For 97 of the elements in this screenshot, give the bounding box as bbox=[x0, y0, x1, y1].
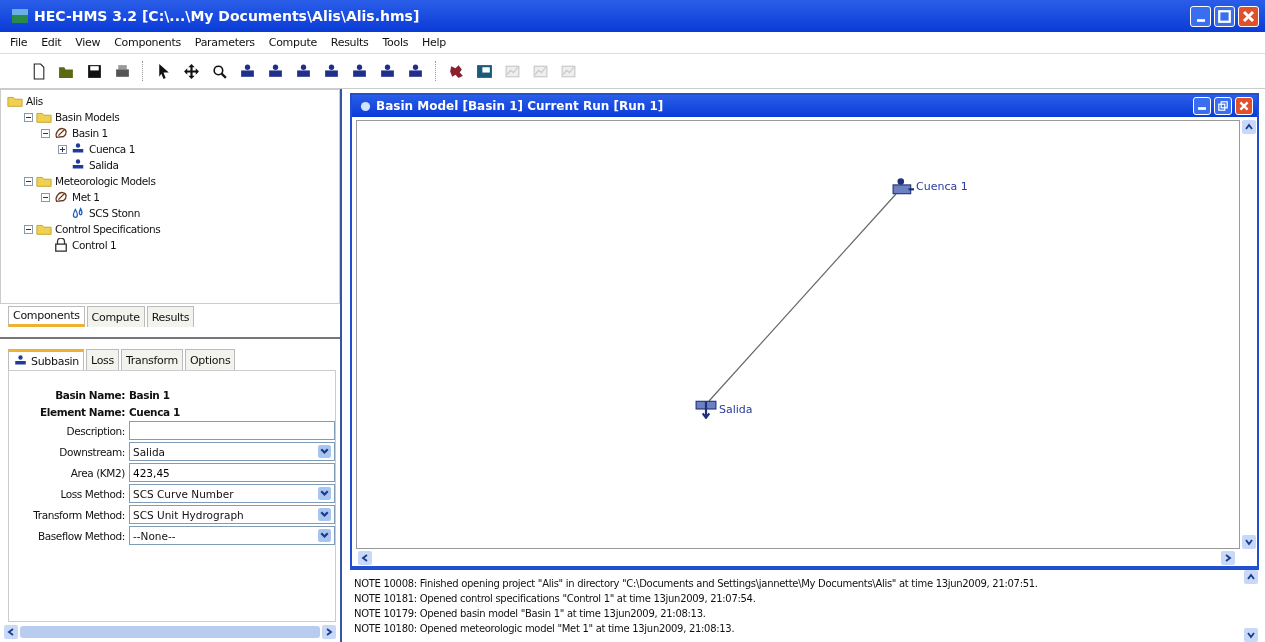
tree-item[interactable]: Meteorologic Models bbox=[55, 175, 156, 187]
menu-item[interactable]: Compute bbox=[268, 36, 317, 49]
collapse-icon[interactable] bbox=[24, 224, 33, 234]
tree-item[interactable]: SCS Stonn bbox=[89, 207, 140, 219]
folder-icon bbox=[36, 110, 52, 124]
menu-item[interactable]: Components bbox=[114, 36, 181, 49]
field-label: Transform Method: bbox=[32, 508, 125, 521]
minimize-button[interactable] bbox=[1190, 5, 1211, 27]
minimize-icon bbox=[1198, 107, 1206, 110]
field-label: Basin Name: bbox=[54, 388, 125, 401]
minimize-icon bbox=[1196, 18, 1205, 22]
zoom-icon[interactable] bbox=[211, 62, 228, 80]
log-message: NOTE 10180: Opened meteorologic model "Met 1" at time 13jun2009, 21:08:13. bbox=[354, 622, 736, 636]
restore-button[interactable] bbox=[1214, 97, 1232, 115]
folder-icon bbox=[36, 174, 52, 188]
minimize-button[interactable] bbox=[1193, 97, 1211, 115]
dropdown-arrow-icon bbox=[318, 487, 331, 500]
input-field[interactable]: 423,45 bbox=[129, 463, 335, 482]
subbasin-icon bbox=[70, 142, 86, 156]
window-title: Basin Model [Basin 1] Current Run [Run 1] bbox=[376, 99, 664, 113]
maximize-button[interactable] bbox=[1214, 5, 1235, 27]
window-icon bbox=[360, 100, 371, 112]
dropdown[interactable]: SCS Unit Hydrograph bbox=[129, 505, 335, 524]
field-label: Baseflow Method: bbox=[36, 529, 125, 542]
tab[interactable]: Options bbox=[185, 349, 236, 370]
log-message: NOTE 10181: Opened control specifications "Control 1" at time 13jun2009, 21:07:54. bbox=[354, 592, 757, 606]
scroll-left-button[interactable] bbox=[358, 550, 372, 565]
scroll-right-button[interactable] bbox=[1221, 550, 1235, 565]
tab[interactable]: Transform bbox=[120, 349, 183, 370]
subbasin-icon[interactable] bbox=[892, 176, 914, 196]
lock-icon bbox=[53, 238, 69, 252]
scroll-up-button[interactable] bbox=[1243, 570, 1258, 584]
tree-item[interactable]: Salida bbox=[89, 159, 119, 171]
node-label: Salida bbox=[719, 402, 753, 416]
log-message: NOTE 10179: Opened basin model "Basin 1" at time 13jun2009, 21:08:13. bbox=[354, 607, 707, 621]
scroll-right-button[interactable] bbox=[322, 625, 336, 639]
scroll-left-button[interactable] bbox=[4, 625, 18, 639]
dropdown[interactable]: --None-- bbox=[129, 526, 335, 545]
field-label: Area (KM2) bbox=[69, 466, 125, 479]
app-icon bbox=[12, 9, 28, 23]
tree-item[interactable]: Alis bbox=[26, 95, 43, 107]
save-icon[interactable] bbox=[86, 62, 103, 80]
subbasin-icon bbox=[13, 354, 28, 368]
tree-item[interactable]: Met 1 bbox=[72, 191, 100, 203]
folder-icon bbox=[7, 94, 23, 108]
expand-icon[interactable] bbox=[58, 144, 67, 154]
tree-item[interactable]: Cuenca 1 bbox=[89, 143, 136, 155]
close-button[interactable] bbox=[1238, 5, 1259, 27]
tree-item[interactable]: Control 1 bbox=[72, 239, 117, 251]
tree-item[interactable]: Control Specifications bbox=[55, 223, 161, 235]
move-icon[interactable] bbox=[183, 62, 200, 80]
scroll-up-button[interactable] bbox=[1241, 120, 1256, 134]
field-label: Description: bbox=[65, 424, 125, 437]
field-value: Cuenca 1 bbox=[129, 405, 180, 418]
close-icon bbox=[1241, 8, 1256, 24]
input-field[interactable] bbox=[129, 421, 335, 440]
restore-icon bbox=[1217, 100, 1229, 112]
menu-item[interactable]: File bbox=[10, 36, 28, 49]
dropdown-arrow-icon bbox=[318, 508, 331, 521]
menu-item[interactable]: Results bbox=[330, 36, 369, 49]
close-icon bbox=[1238, 100, 1250, 112]
collapse-icon[interactable] bbox=[41, 128, 50, 138]
dropdown[interactable]: SCS Curve Number bbox=[129, 484, 335, 503]
tab[interactable]: Compute bbox=[86, 306, 145, 327]
close-button[interactable] bbox=[1235, 97, 1253, 115]
menu-item[interactable]: Parameters bbox=[194, 36, 255, 49]
tab[interactable]: Subbasin bbox=[8, 349, 85, 370]
scroll-down-button[interactable] bbox=[1241, 535, 1256, 549]
field-label: Element Name: bbox=[38, 405, 125, 418]
folder-icon bbox=[36, 222, 52, 236]
scroll-down-button[interactable] bbox=[1243, 628, 1258, 642]
print-icon[interactable] bbox=[114, 62, 131, 80]
log-message: NOTE 10008: Finished opening project "Alis" in directory "C:\Documents and Settings\jannette\My Documents\Alis" at time 13jun2009, 21:07:51. bbox=[354, 577, 1039, 591]
tab[interactable]: Results bbox=[146, 306, 195, 327]
tab[interactable]: Loss bbox=[86, 349, 119, 370]
maximize-icon bbox=[1217, 8, 1232, 24]
tree-item[interactable]: Basin 1 bbox=[72, 127, 108, 139]
collapse-icon[interactable] bbox=[24, 176, 33, 186]
menu-item[interactable]: Tools bbox=[382, 36, 409, 49]
menu-item[interactable]: View bbox=[75, 36, 101, 49]
scrollbar-thumb[interactable] bbox=[20, 626, 320, 638]
menu-item[interactable]: Help bbox=[422, 36, 446, 49]
dropdown-arrow-icon bbox=[318, 529, 331, 542]
subbasin-icon[interactable] bbox=[239, 62, 256, 80]
collapse-icon[interactable] bbox=[24, 112, 33, 122]
tree-item[interactable]: Basin Models bbox=[55, 111, 120, 123]
field-label: Downstream: bbox=[58, 445, 125, 458]
dropdown[interactable]: Salida bbox=[129, 442, 335, 461]
menu-item[interactable]: Edit bbox=[41, 36, 62, 49]
field-label: Loss Method: bbox=[59, 487, 125, 500]
collapse-icon[interactable] bbox=[41, 192, 50, 202]
window-title: HEC-HMS 3.2 [C:\...\My Documents\Alis\Alis.hms] bbox=[34, 8, 421, 24]
tab[interactable]: Components bbox=[8, 306, 85, 327]
field-value: Basin 1 bbox=[129, 388, 170, 401]
dropdown-arrow-icon bbox=[318, 445, 331, 458]
results-icon[interactable] bbox=[476, 62, 493, 80]
node-label: Cuenca 1 bbox=[916, 179, 968, 193]
